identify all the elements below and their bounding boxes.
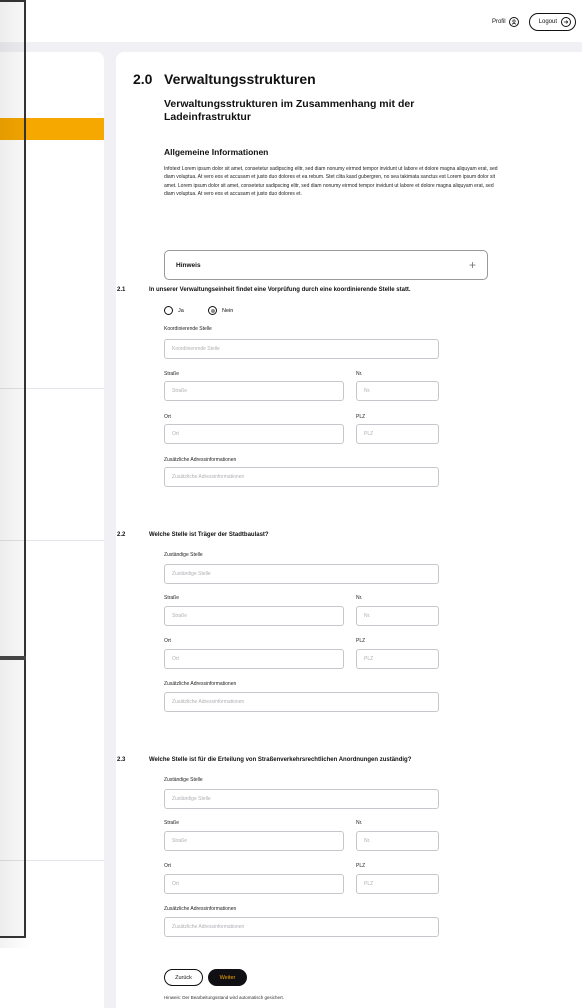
field-label: Straße (164, 820, 180, 826)
radio-unchecked-icon (164, 306, 173, 315)
city-input[interactable] (164, 649, 344, 669)
street-input[interactable] (164, 606, 344, 626)
additional-address-input[interactable] (164, 917, 439, 937)
radio-checked-icon (208, 306, 217, 315)
field-label: PLZ (356, 414, 366, 420)
field-label: Zusätzliche Adressinformationen (164, 906, 237, 912)
field-label: Nr. (356, 820, 363, 826)
field-label: Zuständige Stelle (164, 552, 203, 558)
radio-ja[interactable]: Ja (164, 306, 184, 315)
profile-link[interactable]: Profil (492, 17, 519, 27)
field-label: Ort (164, 863, 171, 869)
additional-address-input[interactable] (164, 692, 439, 712)
hinweis-label: Hinweis (176, 261, 201, 269)
city-input[interactable] (164, 874, 344, 894)
header-actions: Profil Logout (492, 13, 576, 31)
field-label: Zuständige Stelle (164, 777, 203, 783)
overlay-resize-handle[interactable] (0, 656, 26, 660)
field-label: Straße (164, 595, 180, 601)
autosave-note: Hinweis: Der Bearbeitungsstand wird auto… (164, 995, 285, 1000)
top-bar: Profil Logout (0, 0, 582, 42)
street-input[interactable] (164, 381, 344, 401)
field-label: PLZ (356, 863, 366, 869)
section-number: 2.0 (133, 71, 153, 87)
zustaendige-stelle-input[interactable] (164, 564, 439, 584)
question-text: Welche Stelle ist Träger der Stadtbaulas… (149, 532, 269, 538)
koordinierende-stelle-input[interactable] (164, 339, 439, 359)
question-text: Welche Stelle ist für die Erteilung von … (149, 757, 412, 763)
field-label: Zusätzliche Adressinformationen (164, 681, 237, 687)
profile-label: Profil (491, 19, 506, 25)
radio-label: Ja (178, 307, 184, 314)
info-heading: Allgemeine Informationen (164, 147, 269, 157)
postal-code-input[interactable] (356, 424, 439, 444)
postal-code-input[interactable] (356, 874, 439, 894)
city-input[interactable] (164, 424, 344, 444)
logout-button[interactable]: Logout (528, 13, 576, 31)
house-number-input[interactable] (356, 831, 439, 851)
overlay-window-edge (0, 0, 26, 938)
question-text: In unserer Verwaltungseinheit findet ein… (149, 287, 411, 293)
field-label: Ort (164, 414, 171, 420)
field-label: PLZ (356, 638, 366, 644)
field-label: Nr. (356, 595, 363, 601)
plus-icon: + (468, 258, 476, 272)
question-number: 2.3 (117, 757, 126, 763)
additional-address-input[interactable] (164, 467, 439, 487)
arrow-right-circle-icon (561, 17, 571, 27)
field-label: Nr. (356, 371, 363, 377)
field-label: Zusätzliche Adressinformationen (164, 457, 237, 463)
user-circle-icon (508, 17, 519, 27)
field-label: Straße (164, 371, 180, 377)
section-subtitle: Verwaltungsstrukturen im Zusammenhang mi… (164, 98, 415, 123)
postal-code-input[interactable] (356, 649, 439, 669)
field-label: Ort (164, 638, 171, 644)
radio-nein[interactable]: Nein (208, 306, 233, 315)
radio-label: Nein (222, 307, 234, 314)
next-button[interactable]: Weiter (208, 969, 247, 986)
main-content: 2.0 Verwaltungsstrukturen Verwaltungsstr… (116, 52, 582, 1008)
info-text: Infotext Lorem ipsum dolor sit amet, con… (164, 166, 498, 197)
logout-label: Logout (538, 19, 557, 25)
back-button[interactable]: Zurück (164, 969, 203, 986)
question-number: 2.2 (117, 532, 126, 538)
house-number-input[interactable] (356, 381, 439, 401)
section-title: Verwaltungsstrukturen (164, 71, 316, 87)
zustaendige-stelle-input[interactable] (164, 789, 439, 809)
hinweis-accordion[interactable]: Hinweis + (164, 250, 488, 280)
street-input[interactable] (164, 831, 344, 851)
field-label: Koordinierende Stelle (164, 326, 212, 332)
house-number-input[interactable] (356, 606, 439, 626)
question-number: 2.1 (117, 287, 126, 293)
